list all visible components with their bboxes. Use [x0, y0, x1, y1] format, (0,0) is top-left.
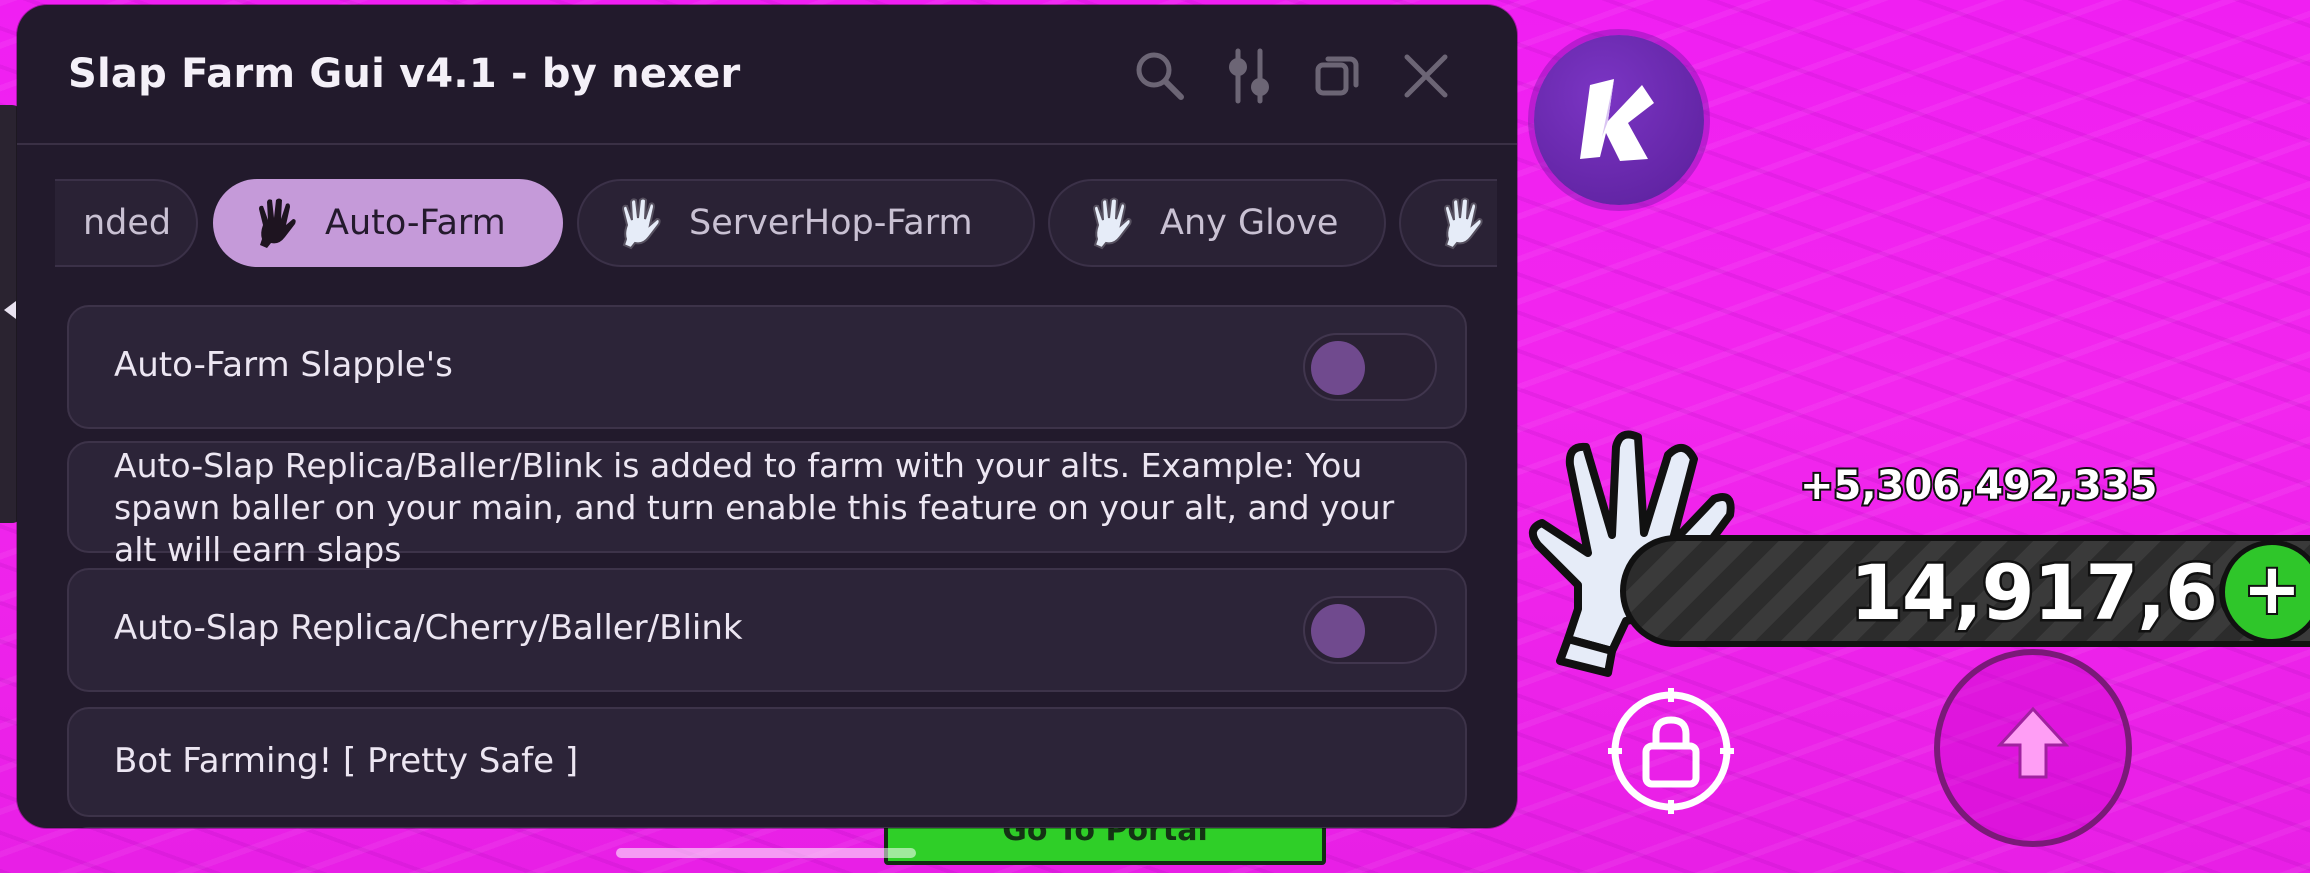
k-logo-icon — [1580, 79, 1654, 161]
info-paragraph-row: Auto-Slap Replica/Baller/Blink is added … — [67, 441, 1467, 569]
k-logo-button[interactable] — [1534, 35, 1704, 205]
tab-label: ServerHop-Farm — [689, 203, 973, 243]
tab-any-glove[interactable]: Any Glove — [1048, 179, 1386, 267]
tab-label: nded — [83, 203, 172, 243]
tab-auto-farm[interactable]: Auto-Farm — [213, 179, 563, 267]
row-label: Auto-Slap Replica/Cherry/Baller/Blink — [114, 608, 743, 648]
restore-icon[interactable] — [1308, 47, 1366, 105]
sliders-icon[interactable] — [1220, 47, 1278, 105]
jump-button[interactable] — [1930, 645, 2136, 851]
glove-icon — [613, 195, 669, 251]
row-label: Bot Farming! [ Pretty Safe ] — [114, 741, 579, 781]
info-paragraph: Auto-Slap Replica/Baller/Blink is added … — [114, 446, 1395, 569]
tab-serverhop-farm[interactable]: ServerHop-Farm — [577, 179, 1035, 267]
window-title: Slap Farm Gui v4.1 - by nexer — [68, 51, 741, 97]
gui-window: Slap Farm Gui v4.1 - by nexer nded Auto-… — [17, 5, 1517, 828]
toggle-knob — [1311, 341, 1365, 395]
lock-icon — [1608, 688, 1734, 814]
title-bar[interactable]: Slap Farm Gui v4.1 - by nexer — [17, 5, 1517, 145]
bot-farming-button[interactable]: Bot Farming! [ Pretty Safe ] — [67, 707, 1467, 817]
tab-strip[interactable]: nded Auto-Farm ServerHop-Farm Any Glove — [55, 175, 1497, 277]
toggle-autofarm-slapples[interactable] — [1303, 333, 1437, 401]
lock-button[interactable] — [1608, 688, 1734, 814]
tab-label: Auto-Farm — [325, 203, 506, 243]
slap-gain-text: +5,306,492,335 — [1798, 461, 2159, 511]
content-list[interactable]: Auto-Farm Slapple's Auto-Slap Replica/Ba… — [17, 305, 1517, 828]
row-label: Auto-Farm Slapple's — [114, 345, 453, 385]
tab-next[interactable] — [1399, 179, 1497, 267]
next-row[interactable] — [67, 827, 1467, 828]
close-icon[interactable] — [1397, 47, 1455, 105]
tab-extended[interactable]: nded — [55, 179, 198, 267]
toggle-autoslap[interactable] — [1303, 596, 1437, 664]
glove-icon — [1084, 195, 1140, 251]
glove-icon — [249, 195, 305, 251]
home-indicator — [616, 848, 916, 858]
toggle-knob — [1311, 604, 1365, 658]
tab-label: Any Glove — [1160, 203, 1339, 243]
toggle-row-autoslap[interactable]: Auto-Slap Replica/Cherry/Baller/Blink — [67, 568, 1467, 692]
glove-icon — [1435, 195, 1491, 251]
search-icon[interactable] — [1131, 47, 1189, 105]
chevron-left-icon — [4, 301, 16, 319]
toggle-row-autofarm-slapples[interactable]: Auto-Farm Slapple's — [67, 305, 1467, 429]
arrow-up-icon — [1934, 649, 2132, 847]
